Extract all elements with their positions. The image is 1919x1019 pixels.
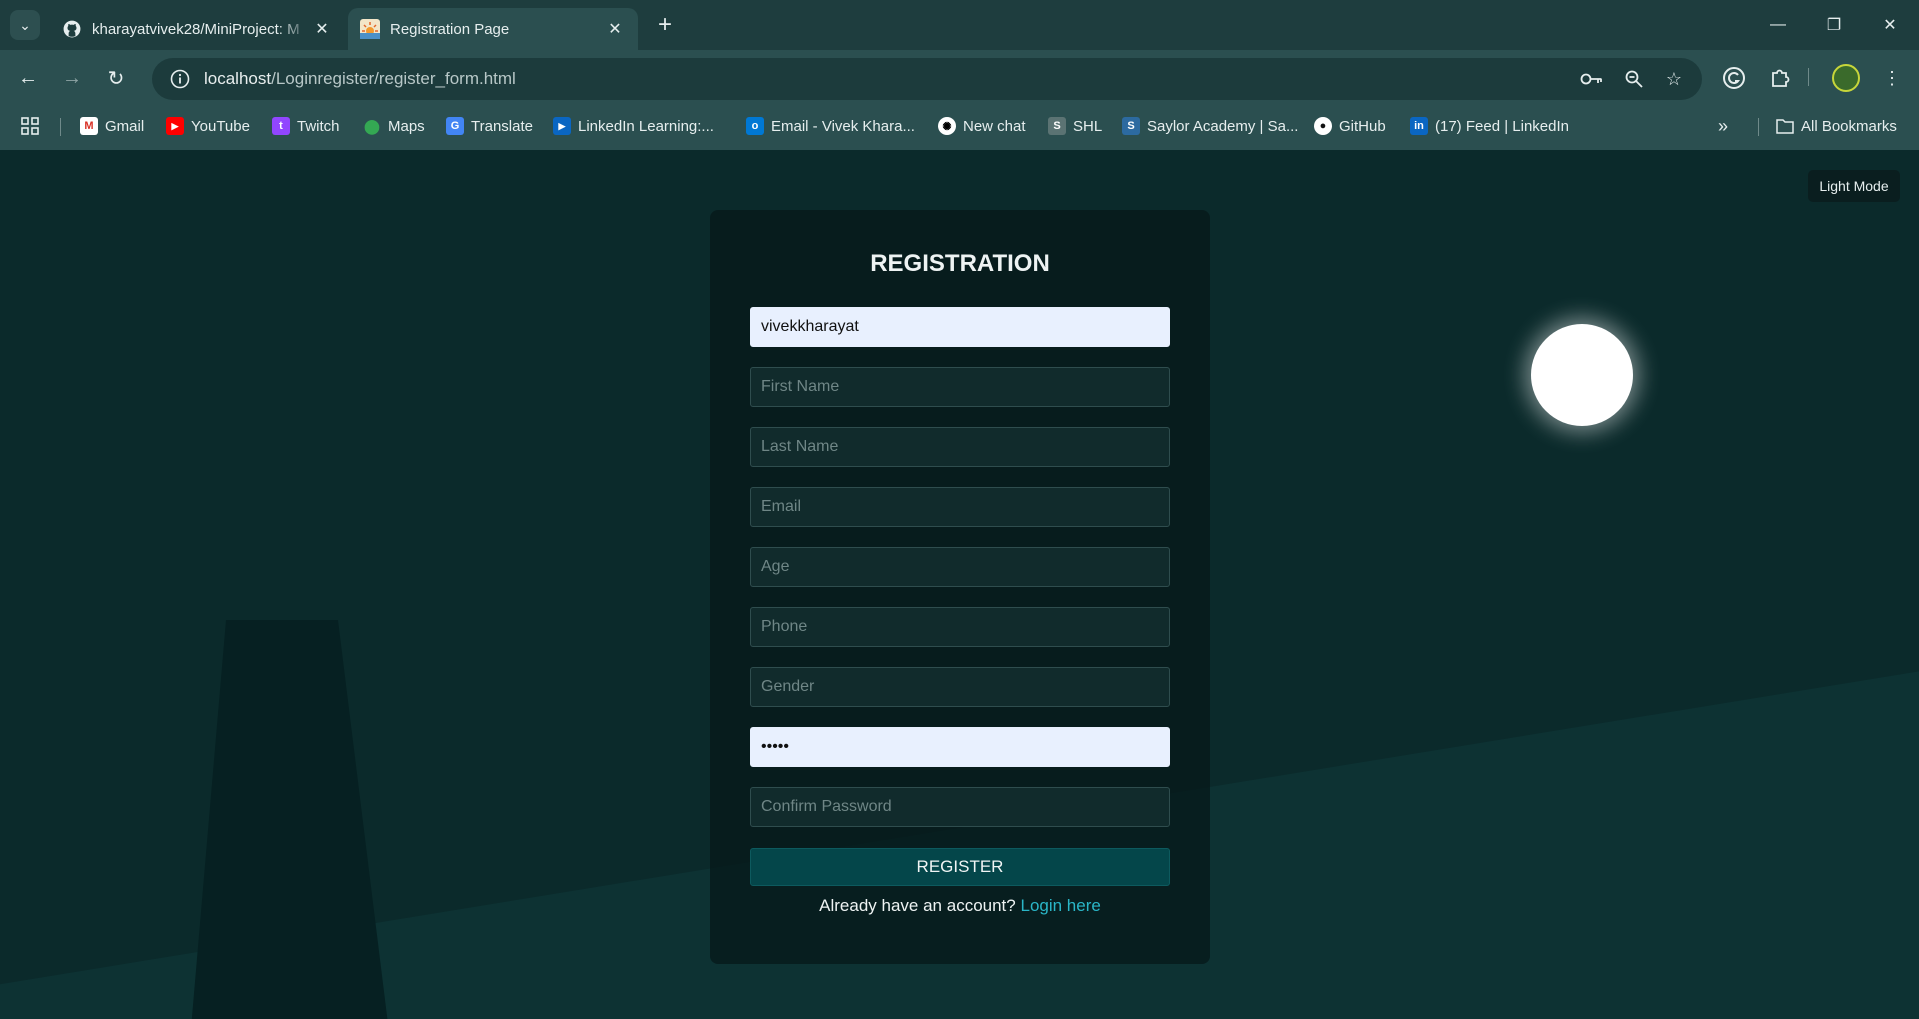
page-viewport: Light Mode REGISTRATION REGISTER Already… [0,150,1919,1019]
bookmark-youtube[interactable]: ▶ YouTube [166,114,250,138]
new-tab-button[interactable]: + [650,10,680,40]
login-prompt-text: Already have an account? [819,896,1016,915]
toolbar-divider [1808,68,1809,86]
sunrise-icon [360,19,380,39]
url-text: localhost/Loginregister/register_form.ht… [204,69,516,88]
tab-registration[interactable]: Registration Page ✕ [348,8,638,50]
bookmark-gmail[interactable]: M Gmail [80,114,144,138]
form-title: REGISTRATION [870,250,1050,277]
grammarly-icon[interactable] [1718,62,1750,94]
profile-avatar[interactable] [1832,64,1860,92]
bookmark-translate[interactable]: G Translate [446,114,533,138]
phone-field[interactable] [750,607,1170,647]
shl-icon: S [1048,117,1066,135]
restore-icon[interactable]: ❐ [1806,0,1862,50]
gender-field[interactable] [750,667,1170,707]
close-icon[interactable]: ✕ [604,18,626,40]
close-icon[interactable]: ✕ [311,18,333,40]
maps-icon: ⬤ [364,117,380,134]
tab-strip: ⌄ kharayatvivek28/MiniProject: M ✕ Regis… [0,0,1919,50]
bookmark-saylor[interactable]: S Saylor Academy | Sa... [1122,114,1298,138]
register-button[interactable]: REGISTER [750,848,1170,886]
bookmark-maps[interactable]: ⬤ Maps [363,114,425,138]
extensions-icon[interactable] [1764,62,1796,94]
first-name-field[interactable] [750,367,1170,407]
back-icon[interactable]: ← [12,62,44,94]
bookmark-linkedin[interactable]: in (17) Feed | LinkedIn [1410,114,1569,138]
bookmarks-bar: M Gmail ▶ YouTube t Twitch ⬤ Maps G Translate… [0,108,1919,144]
more-bookmarks-icon[interactable]: » [1718,114,1728,138]
twitch-icon: t [272,117,290,135]
username-field[interactable] [750,307,1170,347]
all-bookmarks-button[interactable]: All Bookmarks [1776,114,1897,138]
login-link[interactable]: Login here [1020,896,1100,915]
tab-search-button[interactable]: ⌄ [10,10,40,40]
login-prompt: Already have an account? Login here [710,896,1210,916]
youtube-icon: ▶ [166,117,184,135]
confirm-password-field[interactable] [750,787,1170,827]
zoom-icon[interactable] [1620,65,1648,93]
bookmark-email[interactable]: o Email - Vivek Khara... [746,114,915,138]
linkedin-learning-icon: ▶ [553,117,571,135]
bookmark-shl[interactable]: S SHL [1048,114,1102,138]
reload-icon[interactable]: ↻ [100,62,132,94]
forward-icon[interactable]: → [56,62,88,94]
bookmarks-divider [1758,118,1759,136]
browser-toolbar: ← → ↻ localhost/Loginregister/register_f… [0,50,1919,150]
menu-kebab-icon[interactable]: ⋮ [1876,62,1908,94]
linkedin-icon: in [1410,117,1428,135]
gmail-icon: M [80,117,98,135]
saylor-icon: S [1122,117,1140,135]
apps-grid-icon[interactable] [20,114,40,138]
address-bar[interactable]: localhost/Loginregister/register_form.ht… [152,58,1702,100]
chatgpt-icon: ✺ [938,117,956,135]
tab-title: Registration Page [390,20,510,38]
password-field[interactable] [750,727,1170,767]
theme-toggle-button[interactable]: Light Mode [1808,170,1900,202]
site-info-icon[interactable] [160,68,200,90]
outlook-icon: o [746,117,764,135]
github-icon: ● [1314,117,1332,135]
bookmark-star-icon[interactable]: ☆ [1660,65,1688,93]
bookmark-new-chat[interactable]: ✺ New chat [938,114,1026,138]
github-icon [62,19,82,39]
moon-decoration [1531,324,1633,426]
tab-github[interactable]: kharayatvivek28/MiniProject: M ✕ [50,8,345,50]
email-field[interactable] [750,487,1170,527]
last-name-field[interactable] [750,427,1170,467]
bookmark-linkedin-learning[interactable]: ▶ LinkedIn Learning:... [553,114,714,138]
registration-card: REGISTRATION REGISTER Already have an ac… [710,210,1210,964]
tower-silhouette [190,620,390,1019]
password-key-icon[interactable] [1578,65,1606,93]
folder-icon [1776,117,1794,135]
translate-icon: G [446,117,464,135]
tab-title: kharayatvivek28/MiniProject: M [92,20,300,38]
minimize-icon[interactable]: — [1750,0,1806,50]
bookmark-github[interactable]: ● GitHub [1314,114,1386,138]
age-field[interactable] [750,547,1170,587]
bookmarks-divider [60,118,61,136]
window-close-icon[interactable]: ✕ [1862,0,1918,50]
bookmark-twitch[interactable]: t Twitch [272,114,340,138]
